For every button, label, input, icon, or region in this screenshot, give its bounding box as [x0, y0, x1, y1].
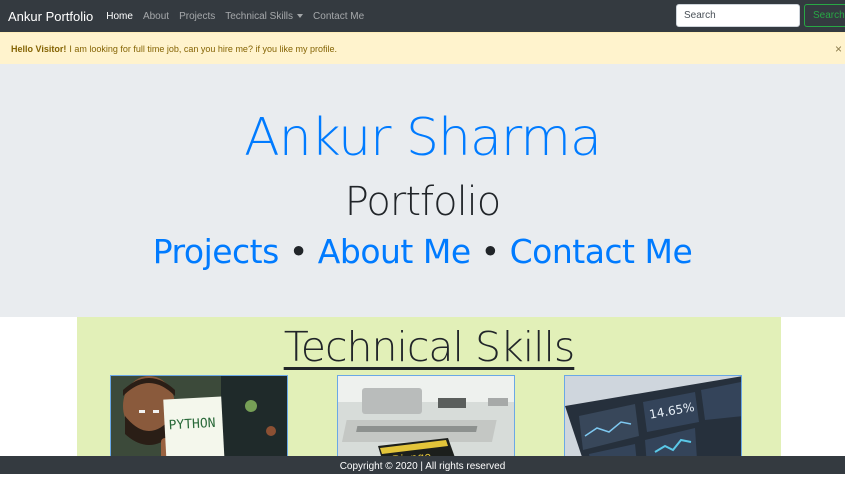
hero-subtitle: Portfolio	[344, 179, 502, 225]
hero-links: Projects • About Me • Contact Me	[0, 232, 845, 271]
hero-jumbotron: Ankur Sharma Portfolio Projects • About …	[0, 64, 845, 317]
dashboard-card-image: 14.65%	[565, 376, 741, 464]
nav-about-link[interactable]: About	[143, 11, 169, 22]
hero-projects-link[interactable]: Projects	[153, 232, 280, 271]
django-card-image: Django	[338, 376, 514, 464]
python-skill-card[interactable]: PYTHON	[110, 375, 288, 465]
brand-link[interactable]: Ankur Portfolio	[8, 9, 93, 24]
close-icon[interactable]: ×	[835, 42, 845, 56]
separator: •	[288, 232, 308, 271]
nav-projects-link[interactable]: Projects	[179, 11, 215, 22]
caret-down-icon	[297, 13, 304, 18]
copyright-text: Copyright © 2020 | All rights reserved	[339, 461, 506, 472]
technical-skills-section: Technical Skills PYTHON 14.65%	[77, 317, 781, 467]
separator: •	[480, 232, 500, 271]
hero-contact-link[interactable]: Contact Me	[510, 232, 693, 271]
footer: Copyright © 2020 | All rights reserved	[0, 456, 845, 474]
python-card-text: PYTHON	[168, 416, 216, 433]
data-science-skill-card[interactable]: 14.65%	[564, 375, 742, 465]
visitor-alert: Hello Visitor! I am looking for full tim…	[0, 32, 845, 64]
hero-about-link[interactable]: About Me	[318, 232, 471, 271]
skills-title: Technical Skills	[283, 323, 576, 371]
nav-technical-skills-label: Technical Skills	[225, 10, 294, 22]
search-button[interactable]: Search	[804, 4, 845, 27]
nav-technical-skills-dropdown[interactable]: Technical Skills	[225, 10, 304, 22]
hero-name: Ankur Sharma	[244, 108, 602, 168]
nav-contact-link[interactable]: Contact Me	[313, 11, 364, 22]
alert-message: I am looking for full time job, can you …	[69, 43, 337, 54]
django-skill-card[interactable]: Django	[337, 375, 515, 465]
navbar: Ankur Portfolio Home About Projects Tech…	[0, 0, 845, 32]
python-card-image: PYTHON	[111, 376, 287, 464]
search-input[interactable]	[676, 4, 800, 27]
nav-home-link[interactable]: Home	[106, 11, 133, 22]
alert-strong: Hello Visitor!	[11, 43, 67, 54]
